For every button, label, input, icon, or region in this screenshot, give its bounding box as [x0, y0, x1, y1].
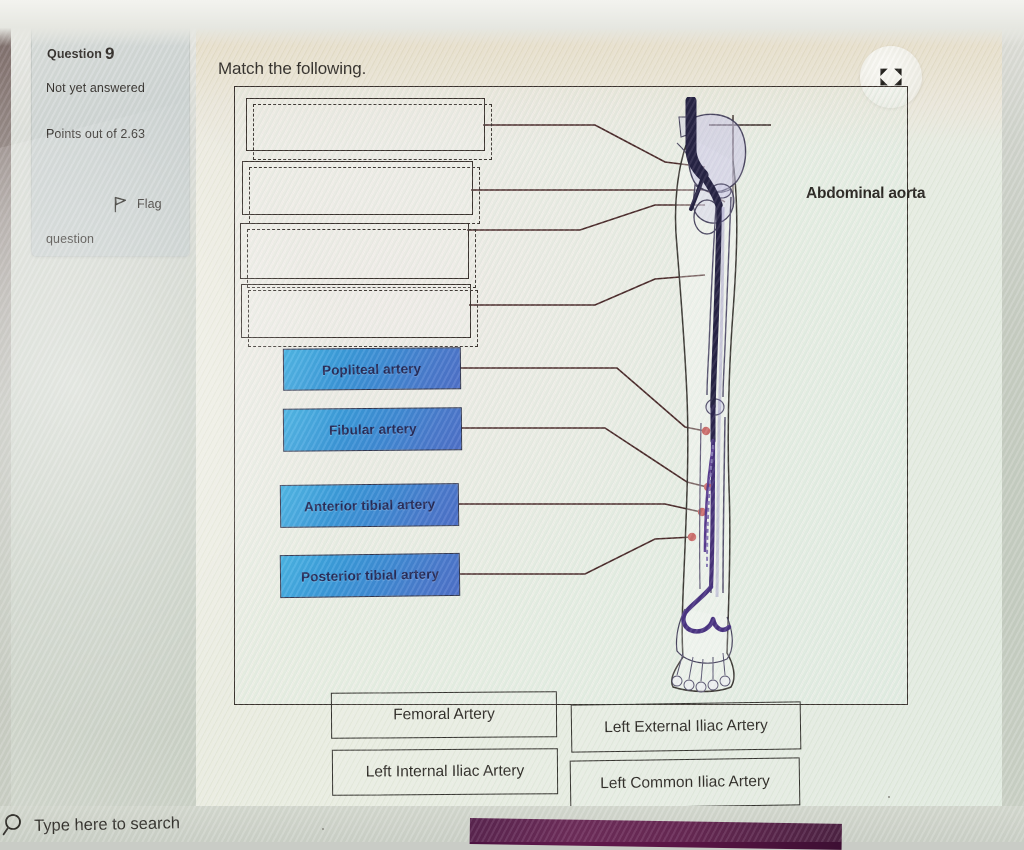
- dropzone-1[interactable]: [246, 98, 492, 160]
- flag-question-button[interactable]: Flag: [114, 196, 162, 213]
- placed-answer-popliteal-label: Popliteal artery: [322, 360, 422, 378]
- placed-answer-fibular-label: Fibular artery: [328, 421, 417, 438]
- option-left-internal-iliac-artery-label: Left Internal Iliac Artery: [365, 762, 525, 781]
- option-left-common-iliac-artery[interactable]: Left Common Iliac Artery: [569, 757, 801, 809]
- taskbar-app-thumbnail[interactable]: [469, 818, 842, 850]
- placed-answer-anterior-tibial-label: Anterior tibial artery: [303, 496, 436, 515]
- monitor-bezel-left: [0, 0, 11, 842]
- flag-label-second-line: question: [46, 232, 95, 246]
- dropzone-2[interactable]: [242, 161, 480, 224]
- option-femoral-artery-label: Femoral Artery: [393, 705, 495, 724]
- option-left-common-iliac-artery-label: Left Common Iliac Artery: [600, 772, 770, 793]
- placed-answer-anterior-tibial[interactable]: Anterior tibial artery: [279, 483, 460, 528]
- option-left-internal-iliac-artery[interactable]: Left Internal Iliac Artery: [331, 748, 559, 796]
- dropzone-4[interactable]: [241, 284, 478, 347]
- question-number-heading: Question 9: [47, 43, 115, 63]
- question-info-panel: Question 9 Not yet answered Points out of…: [31, 23, 190, 257]
- question-prompt: Match the following.: [218, 59, 367, 78]
- option-left-external-iliac-artery-label: Left External Iliac Artery: [604, 716, 768, 737]
- question-points: Points out of 2.63: [46, 127, 146, 141]
- option-left-external-iliac-artery[interactable]: Left External Iliac Artery: [570, 701, 802, 753]
- abdominal-aorta-label: Abdominal aorta: [806, 185, 926, 202]
- flag-icon: [114, 196, 127, 213]
- option-femoral-artery[interactable]: Femoral Artery: [330, 691, 558, 739]
- placed-answer-posterior-tibial-label: Posterior tibial artery: [300, 566, 440, 585]
- dust-speck: [322, 828, 324, 830]
- quiz-question-panel: Match the following. Popliteal artery Fi…: [196, 19, 1002, 814]
- search-icon[interactable]: [2, 812, 28, 838]
- question-label: Question: [47, 47, 102, 61]
- dropzone-3[interactable]: [240, 223, 476, 288]
- taskbar-search-input[interactable]: Type here to search: [34, 814, 180, 836]
- leg-artery-anatomy-illustration: [671, 97, 747, 693]
- dust-speck-2: [888, 796, 890, 798]
- placed-answer-posterior-tibial[interactable]: Posterior tibial artery: [279, 552, 461, 599]
- flag-label: Flag: [137, 197, 162, 211]
- matching-diagram: Popliteal artery Fibular artery Anterior…: [234, 86, 925, 705]
- placed-answer-popliteal[interactable]: Popliteal artery: [282, 347, 462, 391]
- placed-answer-fibular[interactable]: Fibular artery: [282, 407, 463, 452]
- question-number: 9: [104, 44, 115, 63]
- question-status: Not yet answered: [46, 81, 145, 95]
